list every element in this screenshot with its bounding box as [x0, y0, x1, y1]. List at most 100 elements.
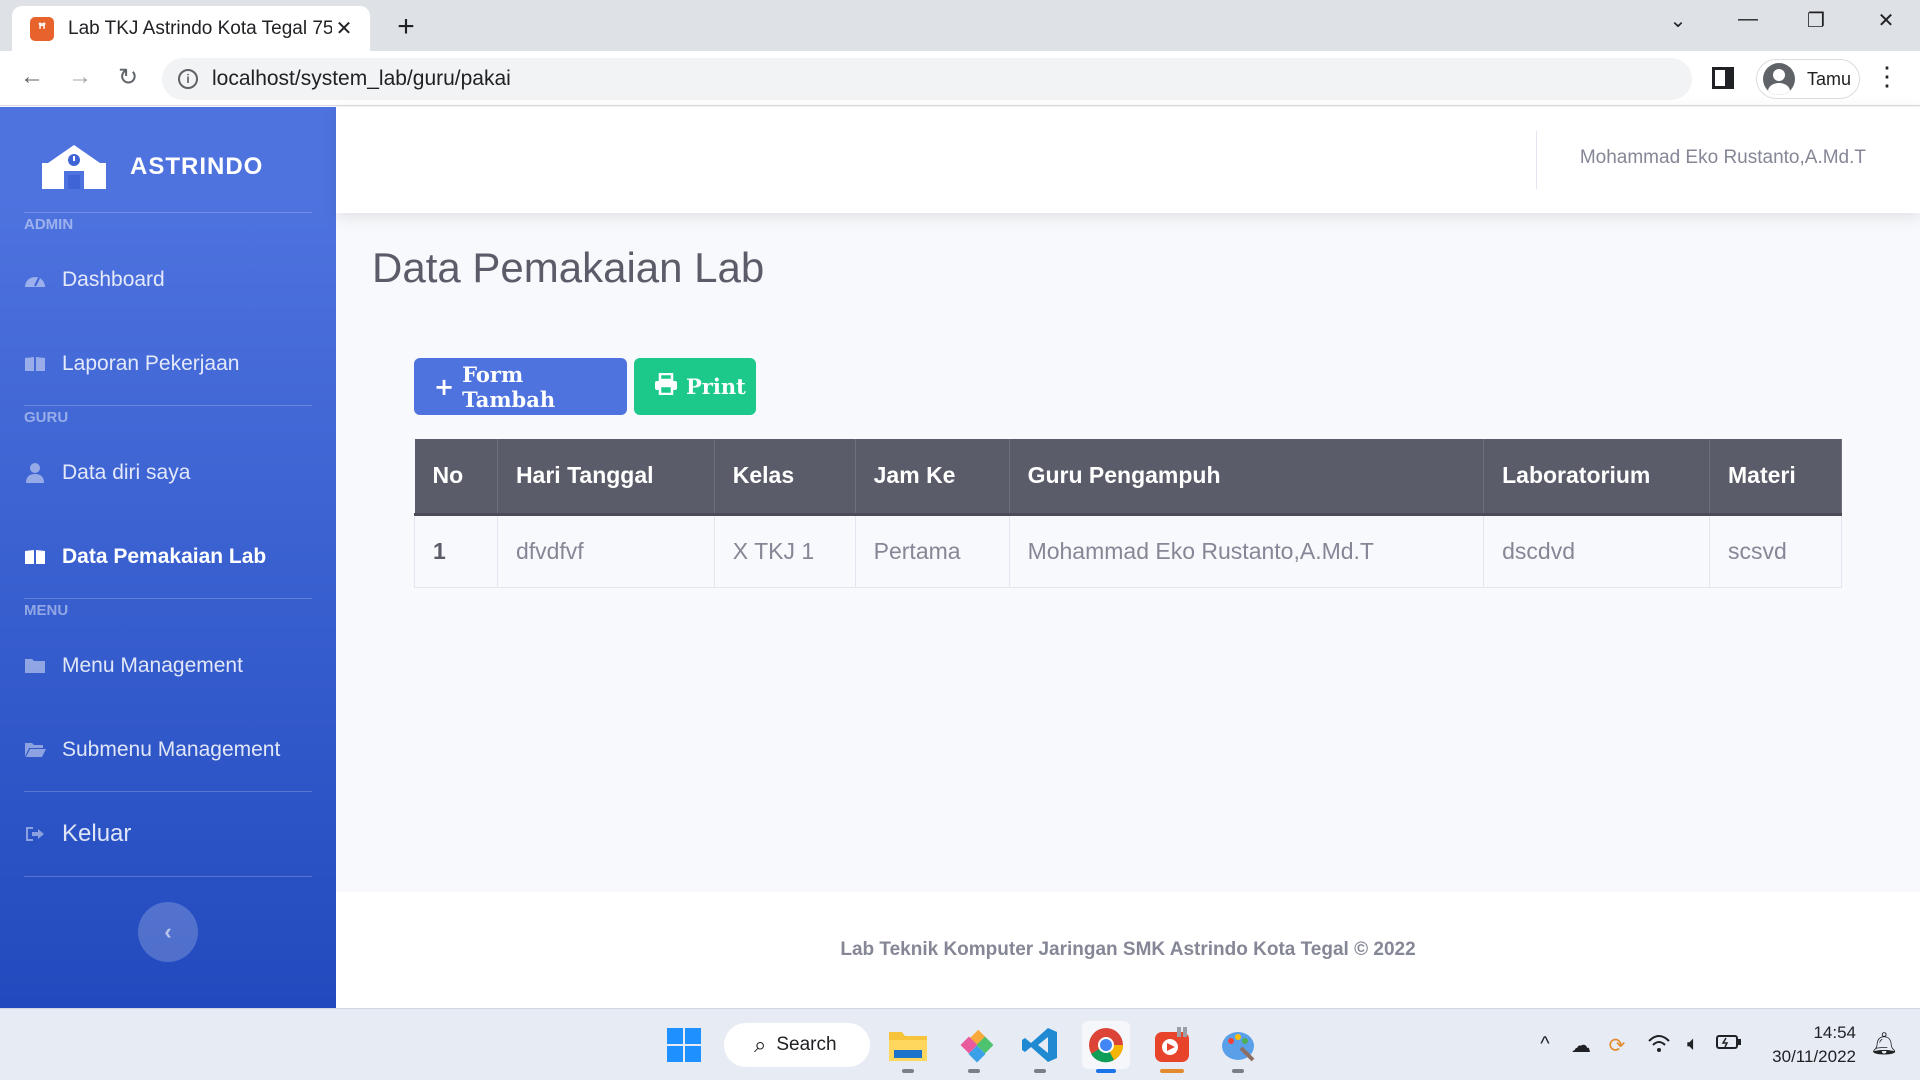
table-cell: dfvdfvf: [496, 513, 715, 588]
sign-out-icon: [24, 825, 46, 843]
column-header: No: [414, 439, 498, 516]
table-cell: dscdvd: [1483, 513, 1711, 588]
running-indicator: [902, 1069, 914, 1073]
book-open-icon: [24, 548, 46, 566]
clock-date: 30/11/2022: [1772, 1047, 1856, 1066]
sidebar-toggle-button[interactable]: ‹: [138, 902, 198, 962]
sidebar-brand[interactable]: ASTRINDO: [0, 127, 336, 207]
print-button[interactable]: Print: [634, 358, 756, 415]
clock-time: 14:54: [1813, 1023, 1856, 1042]
git-app-icon[interactable]: [950, 1021, 998, 1073]
tachometer-icon: [24, 271, 46, 289]
url-text[interactable]: localhost/system_lab/guru/pakai: [212, 67, 511, 91]
print-label: Print: [686, 374, 746, 399]
onedrive-icon[interactable]: ☁: [1568, 1033, 1594, 1058]
reload-icon[interactable]: ↻: [112, 63, 144, 92]
sidebar-heading-admin: ADMIN: [24, 216, 74, 233]
minimize-icon[interactable]: —: [1728, 8, 1768, 31]
volume-icon[interactable]: 🔈︎: [1680, 1033, 1706, 1056]
file-explorer-icon[interactable]: [884, 1021, 932, 1073]
browser-tab[interactable]: ꟸ Lab TKJ Astrindo Kota Tegal 75 ✕: [12, 6, 370, 51]
wifi-icon[interactable]: [1646, 1033, 1672, 1059]
running-indicator: [1034, 1069, 1046, 1073]
sidebar-item-label: Keluar: [62, 820, 132, 847]
system-clock[interactable]: 14:54 30/11/2022: [1772, 1021, 1856, 1069]
column-header: Materi: [1709, 439, 1842, 516]
sidebar-item-menu-management[interactable]: Menu Management: [24, 646, 314, 686]
page-title: Data Pemakaian Lab: [372, 244, 765, 291]
running-indicator: [968, 1069, 980, 1073]
browser-tab-bar: ꟸ Lab TKJ Astrindo Kota Tegal 75 ✕ + ⌄ —…: [0, 0, 1920, 51]
topbar: Mohammad Eko Rustanto,A.Md.T: [336, 107, 1920, 213]
tab-title: Lab TKJ Astrindo Kota Tegal 75: [68, 17, 332, 39]
sidebar-item-data-diri[interactable]: Data diri saya: [24, 453, 314, 493]
taskbar: ⌕ Search ^ ☁ ⟳ 🔈︎ 14:54 30/11/2022 🔔︎: [0, 1008, 1920, 1080]
paint-app-icon[interactable]: [1214, 1021, 1262, 1073]
notification-icon[interactable]: 🔔︎: [1870, 1031, 1898, 1057]
plus-icon: +: [434, 372, 455, 401]
windows-start-icon[interactable]: [660, 1021, 708, 1069]
sidebar-item-data-pemakaian-lab[interactable]: Data Pemakaian Lab: [24, 537, 314, 577]
chevron-up-icon[interactable]: ^: [1532, 1033, 1558, 1056]
sidebar-item-dashboard[interactable]: Dashboard: [24, 260, 314, 300]
table-cell: Pertama: [854, 513, 1010, 588]
print-icon: [654, 372, 678, 401]
sidebar-item-submenu-management[interactable]: Submenu Management: [24, 730, 314, 770]
new-tab-button[interactable]: +: [390, 10, 422, 44]
table-header-row: No Hari Tanggal Kelas Jam Ke Guru Pengam…: [414, 439, 1842, 516]
user-name[interactable]: Mohammad Eko Rustanto,A.Md.T: [1580, 147, 1866, 169]
column-header: Hari Tanggal: [497, 439, 715, 516]
sidebar-item-label: Data Pemakaian Lab: [62, 545, 267, 568]
forward-arrow-icon[interactable]: →: [64, 63, 96, 91]
column-header: Kelas: [714, 439, 856, 516]
sidebar-item-laporan-pekerjaan[interactable]: Laporan Pekerjaan: [24, 344, 314, 384]
restore-icon[interactable]: ❐: [1796, 8, 1836, 33]
profile-button[interactable]: Tamu: [1756, 59, 1860, 99]
side-panel-icon[interactable]: [1712, 67, 1734, 89]
media-app-icon[interactable]: [1148, 1021, 1196, 1073]
sidebar-divider: [24, 405, 312, 406]
column-header: Guru Pengampuh: [1009, 439, 1485, 516]
back-arrow-icon[interactable]: ←: [16, 63, 48, 91]
active-indicator: [1096, 1069, 1116, 1073]
running-indicator: [1160, 1069, 1184, 1073]
sidebar: ASTRINDO ADMIN Dashboard Laporan Pekerja…: [0, 107, 336, 1008]
search-label: Search: [776, 1034, 837, 1055]
form-tambah-button[interactable]: + Form Tambah: [414, 358, 627, 415]
usage-table: No Hari Tanggal Kelas Jam Ke Guru Pengam…: [414, 439, 1842, 588]
address-bar[interactable]: i localhost/system_lab/guru/pakai: [162, 58, 1692, 100]
sidebar-item-label: Data diri saya: [62, 461, 191, 484]
browser-menu-icon[interactable]: ⋮: [1874, 61, 1900, 92]
search-icon: ⌕: [754, 1032, 767, 1057]
sidebar-item-label: Menu Management: [62, 654, 243, 677]
column-header: Laboratorium: [1483, 439, 1711, 516]
column-header: Jam Ke: [855, 439, 1010, 516]
battery-icon[interactable]: [1716, 1033, 1742, 1056]
sidebar-item-label: Dashboard: [62, 268, 165, 291]
vscode-icon[interactable]: [1016, 1021, 1064, 1073]
folder-icon: [24, 657, 46, 675]
table-cell: 1: [414, 513, 498, 588]
tab-search-chevron-icon[interactable]: ⌄: [1658, 8, 1698, 33]
form-tambah-label: Form Tambah: [462, 361, 556, 412]
footer-text: Lab Teknik Komputer Jaringan SMK Astrind…: [840, 939, 1416, 960]
topbar-divider: [1536, 131, 1537, 189]
close-window-icon[interactable]: ✕: [1866, 8, 1906, 33]
page-footer: Lab Teknik Komputer Jaringan SMK Astrind…: [336, 892, 1920, 1008]
tab-close-icon[interactable]: ✕: [332, 16, 356, 41]
running-indicator: [1232, 1069, 1244, 1073]
sync-icon[interactable]: ⟳: [1604, 1033, 1630, 1058]
table-row: 1 dfvdfvf X TKJ 1 Pertama Mohammad Eko R…: [414, 513, 1842, 588]
taskbar-search[interactable]: ⌕ Search: [724, 1023, 870, 1067]
xampp-favicon-icon: ꟸ: [30, 16, 54, 41]
sidebar-heading-guru: GURU: [24, 409, 69, 426]
chrome-icon[interactable]: [1082, 1021, 1130, 1073]
sidebar-item-keluar[interactable]: Keluar: [24, 814, 314, 854]
table-cell: scsvd: [1709, 513, 1842, 588]
sidebar-item-label: Submenu Management: [62, 738, 281, 761]
brand-name: ASTRINDO: [130, 153, 264, 180]
avatar-icon: [1763, 63, 1795, 95]
user-icon: [24, 463, 46, 483]
site-info-icon[interactable]: i: [178, 69, 198, 89]
browser-toolbar: ← → ↻ i localhost/system_lab/guru/pakai …: [0, 51, 1920, 106]
